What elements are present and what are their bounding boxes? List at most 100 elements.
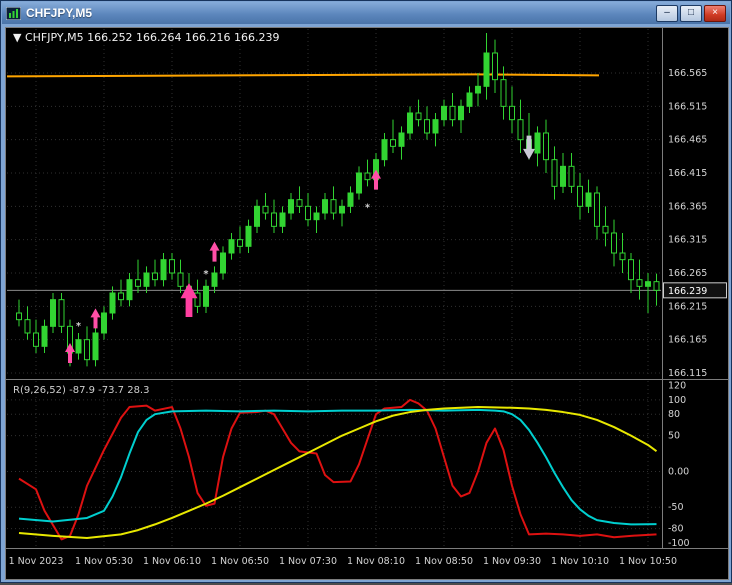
candle-body: [551, 159, 558, 187]
candle-body: [509, 105, 515, 121]
oscillator-line-cyan: [18, 408, 657, 526]
time-axis-label: 1 Nov 08:50: [415, 556, 473, 567]
candle-body: [271, 212, 277, 227]
grid-lines: [7, 29, 661, 547]
indicator-axis-label: -50: [668, 502, 684, 513]
signal-star-icon: *: [76, 321, 81, 332]
price-axis-label: 166.415: [668, 168, 707, 179]
candle-body: [475, 85, 481, 94]
close-button[interactable]: ×: [704, 4, 726, 22]
price-axis-label: 166.215: [668, 301, 707, 312]
time-axis[interactable]: 1 Nov 2023 1 Nov 05:30 1 Nov 06:10 1 Nov 06…: [9, 556, 677, 567]
candle-body: [203, 285, 209, 307]
candle-body: [16, 312, 22, 321]
buy-arrow-icon: [209, 241, 220, 262]
price-axis-label: 166.165: [668, 335, 707, 346]
candle-body: [628, 259, 634, 281]
candle-body: [398, 132, 405, 147]
candle-body: [449, 105, 456, 121]
time-axis-label: 1 Nov 06:10: [143, 556, 201, 567]
indicator-axis-label: -100: [668, 538, 690, 549]
chart-canvas[interactable]: ***166.565166.515166.465166.415166.36516…: [5, 27, 729, 580]
candle-body: [296, 199, 303, 207]
price-axis-label: 166.265: [668, 268, 707, 279]
candle-body: [220, 252, 226, 274]
candle-body: [228, 239, 235, 254]
candle-body: [543, 132, 549, 161]
signal-star-icon: *: [204, 269, 209, 280]
chart-window: CHFJPY,M5 – □ × * * * 166.565 166.515 166.465…: [0, 0, 732, 583]
minimize-button[interactable]: –: [656, 4, 678, 22]
candle-body: [24, 319, 31, 334]
time-axis-label: 1 Nov 10:50: [619, 556, 677, 567]
candle-body: [585, 192, 592, 207]
ohlc-info: ▼ CHFJPY,M5 166.252 166.264 166.216 166.…: [13, 31, 280, 44]
candle-body: [381, 139, 388, 161]
candle-body: [322, 199, 328, 214]
price-axis-label: 166.315: [668, 235, 707, 246]
candle-body: [441, 105, 447, 121]
candle-body: [390, 139, 396, 147]
window-titlebar[interactable]: CHFJPY,M5 – □ ×: [2, 2, 730, 24]
candle-body: [75, 339, 82, 354]
candle-body: [602, 225, 609, 234]
candle-body: [313, 212, 320, 221]
time-axis-label: 1 Nov 06:50: [211, 556, 269, 567]
time-axis-label: 1 Nov 10:10: [551, 556, 609, 567]
signal-markers: * * *: [65, 135, 535, 363]
indicator-axis-label: 0.00: [668, 466, 689, 477]
candle-body: [254, 205, 260, 227]
maximize-button[interactable]: □: [680, 4, 702, 22]
candle-body: [279, 212, 286, 227]
candle-body: [636, 279, 643, 287]
indicator-axis[interactable]: 120 100 80 50 0.00 -50 -80 -100: [668, 381, 690, 549]
window-controls: – □ ×: [656, 4, 726, 22]
window-title: CHFJPY,M5: [26, 6, 93, 20]
time-axis-label: 1 Nov 09:30: [483, 556, 541, 567]
candle-body: [653, 281, 660, 291]
candle-body: [330, 199, 337, 214]
candle-body: [458, 105, 464, 121]
indicator-axis-label: 100: [668, 395, 686, 406]
candle-body: [169, 259, 175, 274]
indicator-axis-label: 120: [668, 381, 686, 392]
time-axis-label: 1 Nov 05:30: [75, 556, 133, 567]
candle-body: [534, 132, 541, 154]
candle-body: [92, 332, 99, 361]
candle-body: [466, 92, 473, 107]
candle-body: [50, 299, 56, 327]
window-icon: [6, 6, 21, 20]
price-axis-label: 166.115: [668, 368, 707, 379]
candle-body: [568, 165, 575, 187]
sell-arrow-icon: [523, 135, 535, 160]
current-price-label: 166.239: [668, 286, 707, 297]
candle-body: [177, 272, 184, 287]
price-axis-label: 166.365: [668, 201, 707, 212]
price-axis[interactable]: 166.565 166.515 166.465 166.415 166.365 166.3…: [663, 68, 727, 379]
candle-body: [135, 279, 141, 287]
candle-body: [33, 332, 39, 347]
resistance-line: [6, 73, 600, 78]
candle-body: [237, 239, 243, 247]
candles: [16, 33, 660, 367]
candle-body: [500, 79, 507, 107]
chart-client-area: * * * 166.565 166.515 166.465 166.415 166.365 16…: [5, 27, 729, 580]
candle-body: [58, 299, 65, 327]
candle-body: [84, 339, 90, 361]
signal-star-icon: *: [365, 202, 370, 213]
candle-body: [407, 112, 413, 134]
candle-body: [619, 252, 626, 261]
candle-body: [415, 112, 422, 121]
candle-body: [305, 205, 311, 221]
indicator-info: R(9,26,52) -87.9 -73.7 28.3: [13, 385, 149, 396]
price-axis-label: 166.565: [668, 68, 707, 79]
time-axis-label: 1 Nov 2023: [9, 556, 64, 567]
candle-body: [611, 232, 617, 254]
candle-body: [118, 292, 124, 301]
candle-body: [160, 259, 167, 281]
indicator-axis-label: -80: [668, 524, 684, 535]
candle-body: [245, 225, 252, 247]
indicator-axis-label: 80: [668, 409, 680, 420]
oscillator-line-red: [18, 398, 657, 541]
buy-arrow-icon: [65, 343, 75, 363]
